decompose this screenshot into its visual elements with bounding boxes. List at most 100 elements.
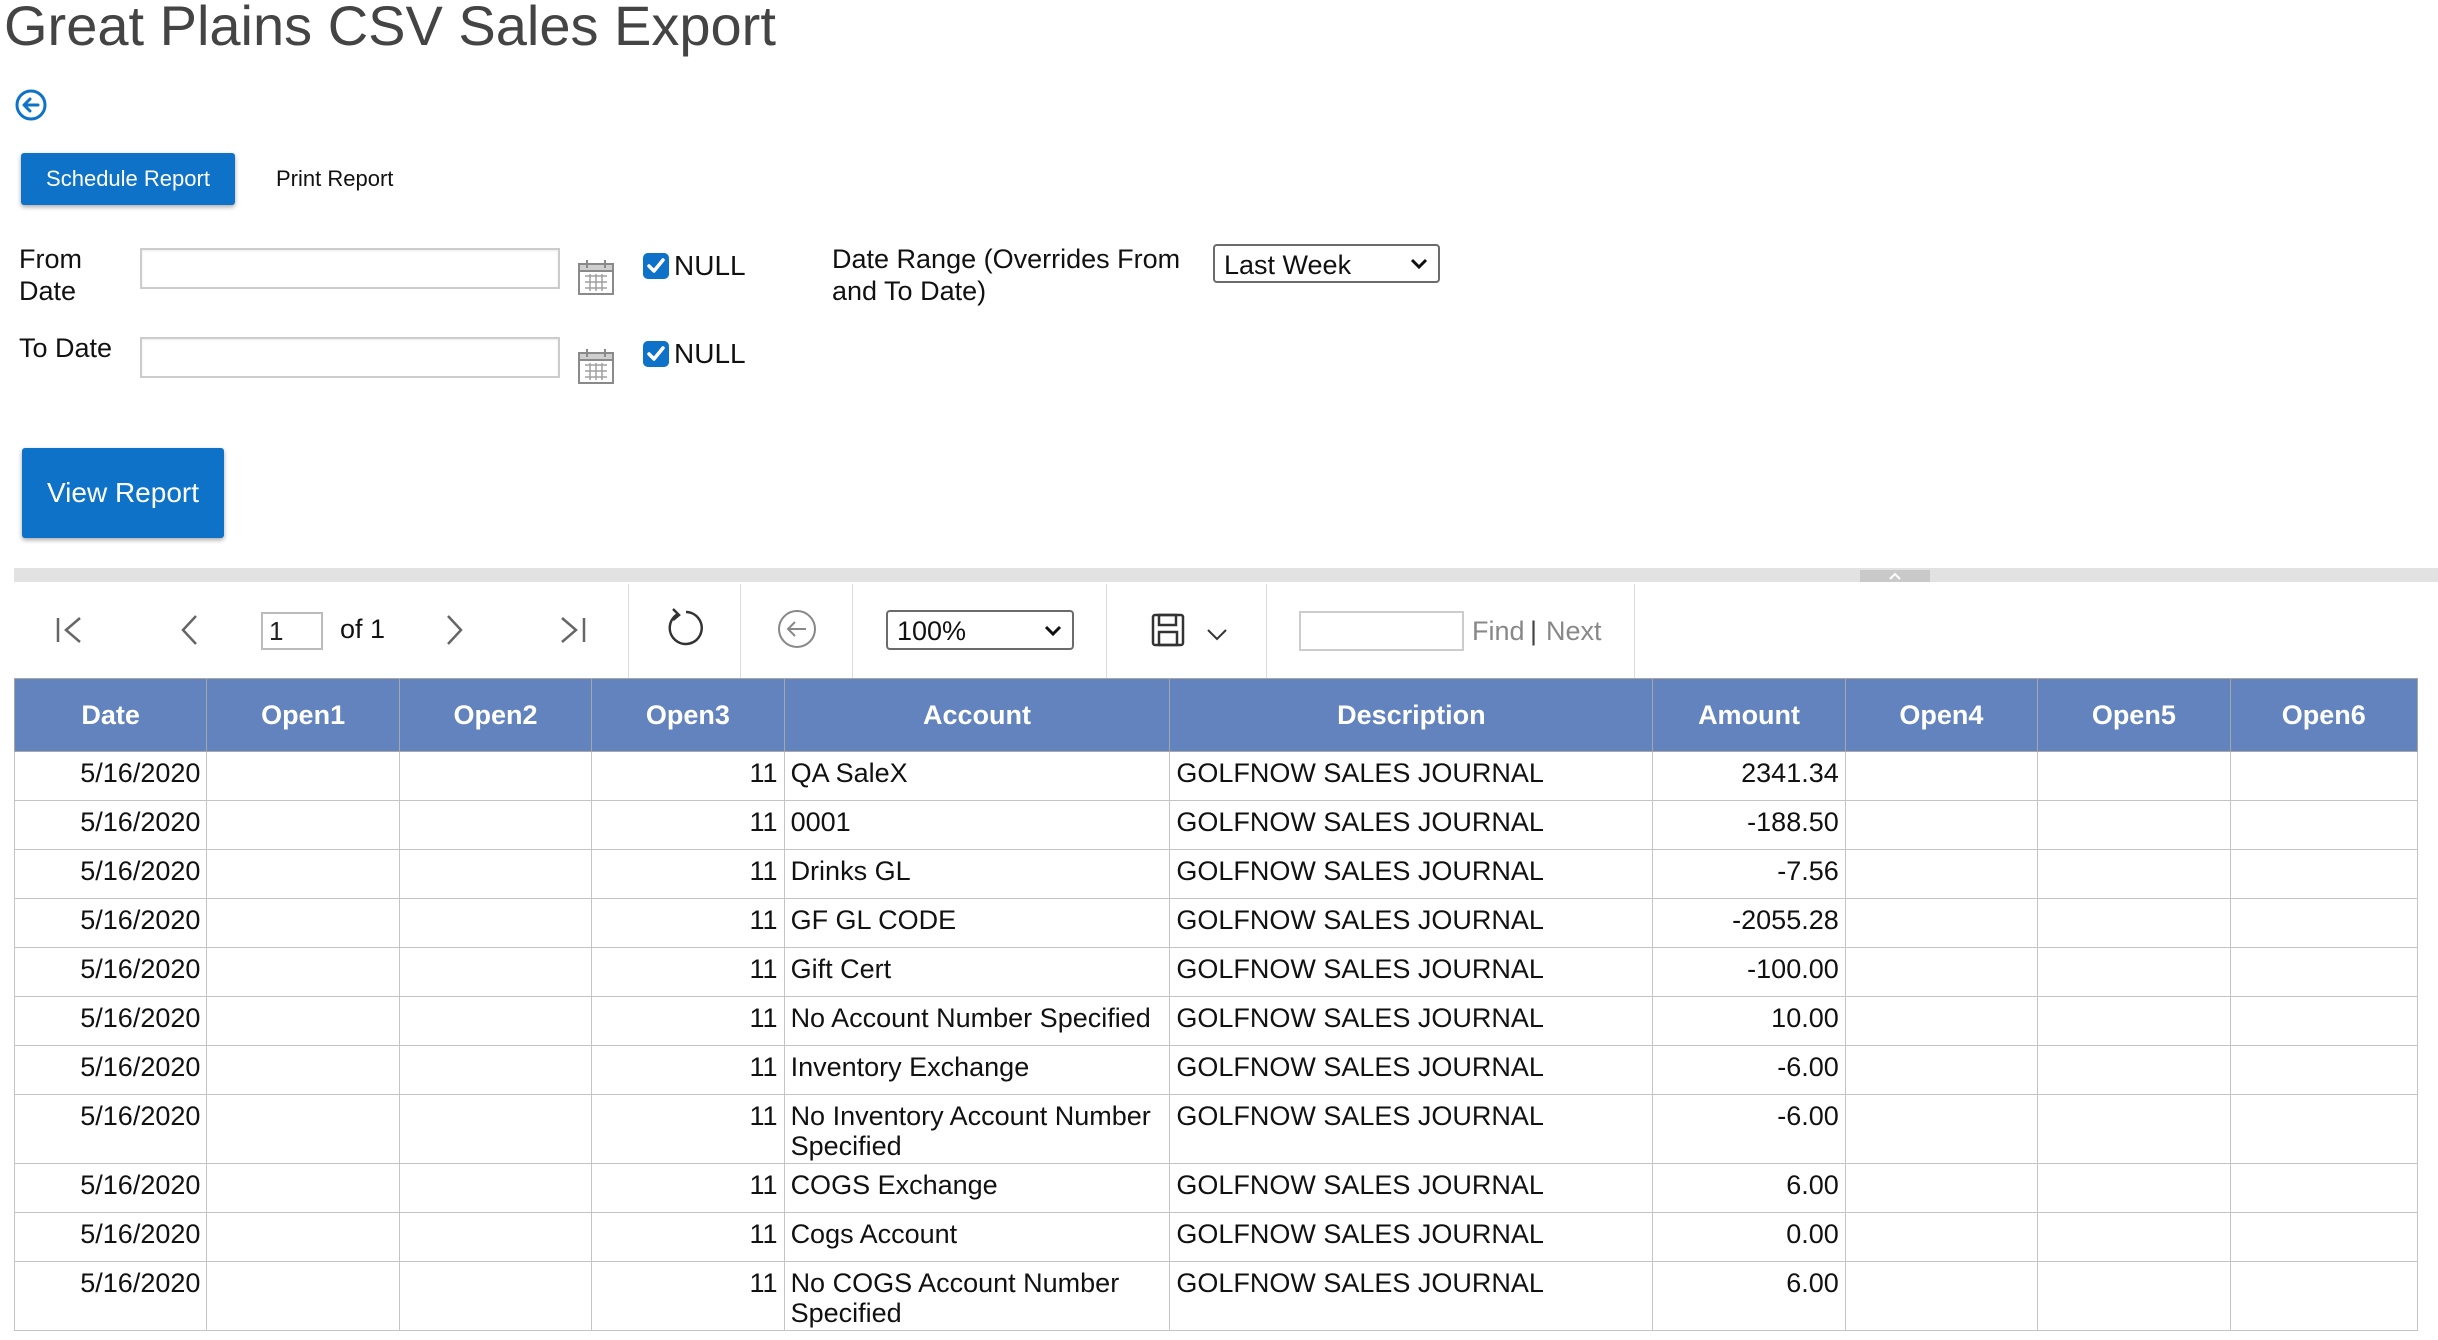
cell-open2 — [398, 1212, 593, 1262]
cell-amount: 0.00 — [1652, 1212, 1846, 1262]
cell-account: 0001 — [783, 800, 1171, 850]
cell-account: GF GL CODE — [783, 898, 1171, 948]
from-date-null-checkbox[interactable] — [643, 253, 669, 279]
cell-amount: -7.56 — [1652, 849, 1846, 899]
cell-date: 5/16/2020 — [13, 751, 208, 801]
cell-open5 — [2037, 1212, 2231, 1262]
refresh-icon[interactable] — [664, 606, 708, 650]
cell-description: GOLFNOW SALES JOURNAL — [1169, 996, 1654, 1046]
toolbar-divider — [740, 584, 741, 678]
cell-account: COGS Exchange — [783, 1163, 1171, 1213]
last-page-icon[interactable] — [554, 612, 590, 648]
collapse-handle[interactable] — [1860, 570, 1930, 582]
cell-open6 — [2229, 1094, 2419, 1164]
to-date-input[interactable] — [140, 337, 560, 378]
toolbar-divider — [628, 584, 629, 678]
previous-page-icon[interactable] — [172, 612, 208, 648]
chevron-down-icon — [1044, 625, 1062, 637]
back-arrow-icon[interactable] — [14, 88, 48, 122]
to-date-label: To Date — [19, 333, 113, 363]
cell-open1 — [206, 947, 400, 997]
cell-open3: 11 — [591, 1212, 785, 1262]
cell-open3: 11 — [591, 751, 785, 801]
cell-open2 — [398, 1163, 593, 1213]
cell-account: QA SaleX — [783, 751, 1171, 801]
to-null-label: NULL — [674, 338, 746, 369]
print-report-link[interactable]: Print Report — [276, 166, 393, 192]
chevron-down-icon[interactable] — [1206, 628, 1228, 642]
cell-description: GOLFNOW SALES JOURNAL — [1169, 947, 1654, 997]
cell-open5 — [2037, 800, 2231, 850]
view-report-button[interactable]: View Report — [22, 448, 224, 538]
cell-open2 — [398, 996, 593, 1046]
cell-open6 — [2229, 1045, 2419, 1095]
cell-open3: 11 — [591, 1045, 785, 1095]
cell-open5 — [2037, 1163, 2231, 1213]
cell-open4 — [1844, 1212, 2039, 1262]
cell-open4 — [1844, 800, 2039, 850]
cell-open5 — [2037, 1045, 2231, 1095]
cell-date: 5/16/2020 — [13, 996, 208, 1046]
first-page-icon[interactable] — [52, 612, 88, 648]
cell-open1 — [206, 1163, 400, 1213]
calendar-icon[interactable] — [577, 347, 615, 385]
schedule-report-button[interactable]: Schedule Report — [21, 153, 235, 205]
table-row: 5/16/2020 11 No Inventory Account Number S… — [13, 1094, 2419, 1164]
date-range-select[interactable]: Last Week — [1213, 244, 1440, 283]
column-header-open5: Open5 — [2037, 678, 2231, 752]
cell-open2 — [398, 898, 593, 948]
zoom-select[interactable]: 100% — [886, 610, 1074, 650]
cell-open1 — [206, 1212, 400, 1262]
find-input[interactable] — [1299, 611, 1464, 651]
cell-open3: 11 — [591, 996, 785, 1046]
cell-open6 — [2229, 947, 2419, 997]
cell-open2 — [398, 800, 593, 850]
cell-open3: 11 — [591, 1163, 785, 1213]
cell-open6 — [2229, 751, 2419, 801]
column-header-account: Account — [783, 678, 1171, 752]
cell-date: 5/16/2020 — [13, 898, 208, 948]
cell-description: GOLFNOW SALES JOURNAL — [1169, 751, 1654, 801]
column-header-description: Description — [1169, 678, 1654, 752]
cell-description: GOLFNOW SALES JOURNAL — [1169, 1163, 1654, 1213]
cell-open1 — [206, 1261, 400, 1331]
next-link[interactable]: Next — [1546, 616, 1602, 647]
table-row: 5/16/2020 11 COGS Exchange GOLFNOW SALES JO… — [13, 1163, 2419, 1213]
cell-amount: 6.00 — [1652, 1261, 1846, 1331]
cell-account: Inventory Exchange — [783, 1045, 1171, 1095]
table-body: 5/16/2020 11 QA SaleX GOLFNOW SALES JOURNAL… — [13, 751, 2419, 1331]
page-number-input[interactable]: 1 — [261, 612, 323, 650]
column-header-open1: Open1 — [206, 678, 400, 752]
cell-date: 5/16/2020 — [13, 1163, 208, 1213]
from-date-input[interactable] — [140, 248, 560, 289]
cell-open6 — [2229, 996, 2419, 1046]
column-header-date: Date — [13, 678, 208, 752]
cell-open3: 11 — [591, 1261, 785, 1331]
save-icon[interactable] — [1150, 612, 1186, 648]
cell-open4 — [1844, 849, 2039, 899]
cell-date: 5/16/2020 — [13, 800, 208, 850]
column-header-open4: Open4 — [1844, 678, 2039, 752]
panel-splitter[interactable] — [14, 568, 2438, 582]
cell-open5 — [2037, 996, 2231, 1046]
cell-description: GOLFNOW SALES JOURNAL — [1169, 1045, 1654, 1095]
cell-amount: 2341.34 — [1652, 751, 1846, 801]
from-null-label: NULL — [674, 250, 746, 281]
column-header-amount: Amount — [1652, 678, 1846, 752]
cell-open6 — [2229, 800, 2419, 850]
calendar-icon[interactable] — [577, 258, 615, 296]
cell-date: 5/16/2020 — [13, 947, 208, 997]
cell-open5 — [2037, 1094, 2231, 1164]
toolbar-divider — [1106, 584, 1107, 678]
back-to-parent-icon[interactable] — [776, 608, 818, 650]
find-link[interactable]: Find — [1472, 616, 1525, 647]
cell-open6 — [2229, 898, 2419, 948]
cell-open2 — [398, 1094, 593, 1164]
cell-open4 — [1844, 1045, 2039, 1095]
to-date-null-checkbox[interactable] — [643, 341, 669, 367]
table-row: 5/16/2020 11 QA SaleX GOLFNOW SALES JOURNAL… — [13, 751, 2419, 801]
cell-open1 — [206, 1094, 400, 1164]
cell-date: 5/16/2020 — [13, 1094, 208, 1164]
cell-open2 — [398, 849, 593, 899]
next-page-icon[interactable] — [436, 612, 472, 648]
